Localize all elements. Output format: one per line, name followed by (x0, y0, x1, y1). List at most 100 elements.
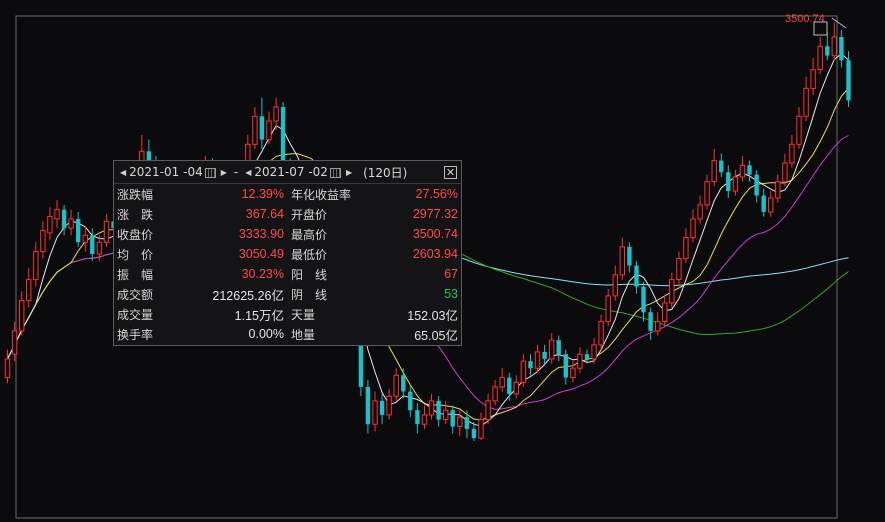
candle (386, 389, 392, 420)
candle-body (634, 265, 639, 287)
stat-cell: 换手率 0.00% (114, 324, 288, 344)
stat-value: 3500.74 (412, 227, 458, 241)
candle-body (76, 218, 81, 243)
candle-body (839, 37, 844, 61)
candle (697, 195, 703, 224)
candle (563, 349, 568, 385)
candle-body (563, 354, 568, 378)
candle-body (810, 69, 816, 89)
candle-body (421, 414, 428, 425)
stat-cell: 成交量 1.15万亿 (114, 304, 288, 324)
candle-body (605, 295, 611, 323)
candle (499, 368, 505, 392)
candle-body (471, 428, 477, 439)
candle-body (534, 351, 541, 369)
candle (634, 260, 639, 294)
candle-body (365, 386, 371, 425)
stat-value: 212625.26亿 (212, 288, 284, 303)
candle (810, 58, 816, 96)
candle-body (528, 361, 533, 369)
candle (393, 368, 399, 401)
stat-label: 换手率 (117, 327, 154, 342)
close-icon[interactable]: ✕ (444, 165, 457, 179)
candle-body (393, 374, 399, 397)
candle (796, 107, 802, 149)
candle (690, 209, 696, 243)
candle-body (11, 330, 18, 355)
candle (782, 153, 788, 187)
candle-body (803, 87, 809, 117)
candle-body (612, 274, 618, 297)
candle (831, 22, 837, 61)
start-date-field[interactable]: 2021-01 -04 (129, 165, 203, 179)
stat-value: 2603.94 (412, 247, 458, 261)
stat-cell: 天量 152.03亿 (288, 304, 462, 324)
stat-label: 最高价 (291, 227, 328, 242)
candle (598, 314, 604, 350)
stat-label: 天量 (291, 307, 316, 322)
candle-body (499, 377, 505, 388)
candle (803, 76, 809, 121)
candle (612, 265, 618, 301)
candle (428, 393, 435, 420)
candle-body (754, 174, 759, 196)
candle-body (450, 410, 455, 427)
end-next-icon[interactable]: ▶ (346, 168, 352, 177)
stat-label: 均 价 (117, 247, 154, 262)
stat-value: 30.23% (241, 267, 284, 281)
stat-cell: 最低价 2603.94 (288, 244, 462, 264)
candle-body (669, 279, 675, 304)
stat-cell: 阴 线 53 (288, 284, 462, 304)
candle-body (655, 321, 661, 332)
stat-cell: 阳 线 67 (288, 264, 462, 284)
candle-body (280, 107, 286, 166)
candle (82, 225, 88, 252)
stat-cell: 涨 跌 367.64 (114, 204, 288, 224)
stat-label: 振 幅 (117, 267, 154, 282)
candle (726, 165, 731, 198)
candle (789, 135, 795, 168)
candle (627, 242, 632, 273)
calendar-icon[interactable] (204, 168, 216, 178)
stat-value: 0.00% (248, 327, 284, 341)
candle-body (598, 321, 604, 346)
candle (266, 111, 272, 145)
candle-body (47, 216, 53, 234)
candle-body (719, 160, 724, 173)
max-price-label: 3500.74 (785, 13, 825, 25)
end-prev-icon[interactable]: ◀ (245, 168, 251, 177)
candle-body (96, 241, 103, 255)
stat-cell: 成交额 212625.26亿 (114, 284, 288, 304)
candle-body (273, 106, 279, 122)
stat-label: 年化收益率 (291, 187, 352, 202)
stat-label: 成交额 (117, 287, 154, 302)
start-next-icon[interactable]: ▶ (221, 168, 227, 177)
candle (520, 354, 527, 387)
candle-body (40, 230, 46, 253)
candle (761, 188, 766, 217)
end-date-field[interactable]: 2021-07 -02 (254, 165, 328, 179)
candle (47, 207, 53, 240)
candle-body (648, 312, 653, 331)
candle-body (436, 400, 441, 420)
candle (19, 291, 25, 336)
candle-body (732, 176, 739, 192)
candle-body (520, 360, 527, 383)
candle (457, 410, 463, 436)
candle-body (33, 251, 39, 281)
stat-value: 67 (444, 267, 458, 281)
stat-label: 收盘价 (117, 227, 154, 242)
candle-body (697, 204, 703, 220)
candle (648, 307, 653, 341)
candle-body (4, 358, 11, 379)
stat-cell: 收盘价 3333.90 (114, 224, 288, 244)
stat-value: 152.03亿 (407, 308, 458, 323)
start-prev-icon[interactable]: ◀ (120, 168, 126, 177)
calendar-icon[interactable] (329, 168, 341, 178)
candle (619, 237, 625, 280)
candle-body (386, 395, 392, 416)
candle (839, 30, 844, 68)
candle-body (464, 417, 470, 429)
stat-value: 53 (444, 287, 458, 301)
candle-body (103, 220, 110, 243)
